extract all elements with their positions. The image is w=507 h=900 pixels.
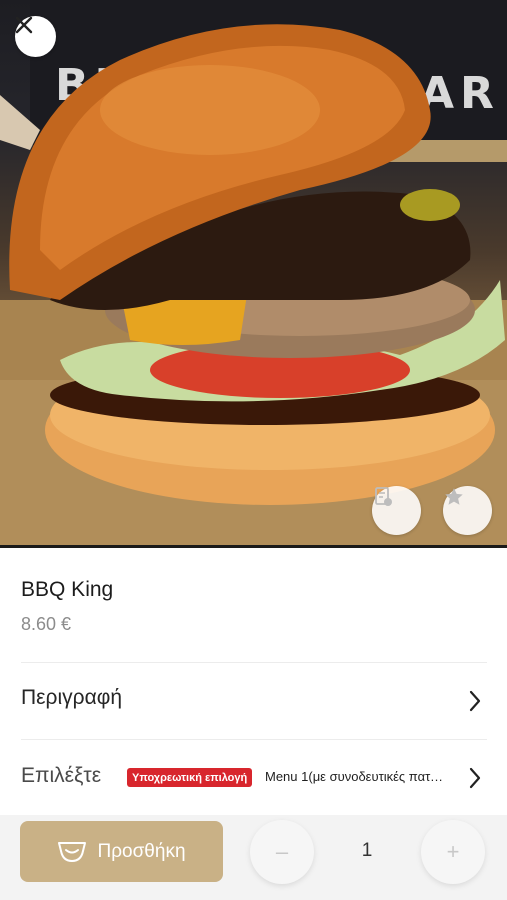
product-price: 8.60 €	[21, 614, 72, 634]
quantity-value: 1	[361, 840, 373, 861]
decrement-button[interactable]: –	[250, 820, 314, 884]
product-image: BI AR	[0, 0, 507, 548]
choice-row[interactable]: Επιλέξτε Υποχρεωτική επιλογή Menu 1(με σ…	[0, 740, 507, 814]
image-bottom-border	[0, 545, 507, 548]
increment-button[interactable]: +	[421, 820, 485, 884]
basket-icon	[58, 841, 87, 862]
choice-label: Επιλέξτε	[21, 764, 102, 787]
required-badge: Υποχρεωτική επιλογή	[127, 768, 253, 787]
product-name: BBQ King	[21, 578, 114, 601]
add-to-cart-button[interactable]: Προσθήκη	[20, 821, 223, 882]
chevron-right-icon	[469, 767, 481, 789]
note-button[interactable]	[372, 486, 421, 535]
description-row[interactable]: Περιγραφή	[0, 663, 507, 739]
star-icon	[445, 488, 463, 505]
close-icon	[15, 16, 33, 34]
svg-text:AR: AR	[420, 68, 500, 119]
description-label: Περιγραφή	[21, 686, 123, 709]
close-button[interactable]	[15, 16, 56, 57]
note-icon	[375, 487, 392, 506]
add-to-cart-label: Προσθήκη	[97, 840, 186, 862]
selected-choice-text: Menu 1(με συνοδευτικές πατάτες)	[265, 769, 450, 784]
favorite-button[interactable]	[443, 486, 492, 535]
chevron-right-icon	[469, 690, 481, 712]
burger-illustration: BI AR	[0, 0, 507, 548]
